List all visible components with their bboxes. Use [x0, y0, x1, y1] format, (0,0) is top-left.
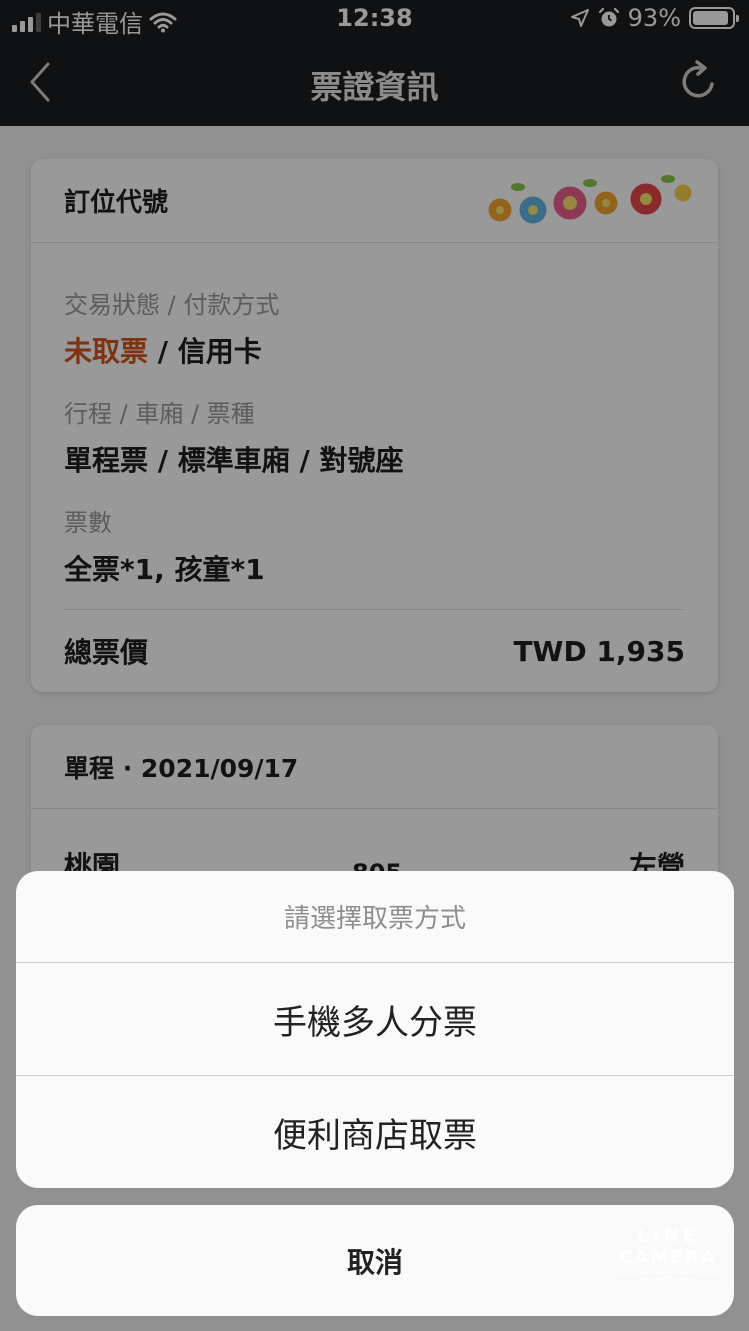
action-sheet-title: 請選擇取票方式 [16, 871, 734, 963]
action-sheet: 請選擇取票方式 手機多人分票 便利商店取票 [16, 871, 734, 1188]
line-camera-watermark: LINE CAMERA SINCE 2012 [612, 1226, 724, 1286]
option-mobile-split-ticket[interactable]: 手機多人分票 [16, 963, 734, 1076]
option-convenience-store-pickup[interactable]: 便利商店取票 [16, 1076, 734, 1188]
